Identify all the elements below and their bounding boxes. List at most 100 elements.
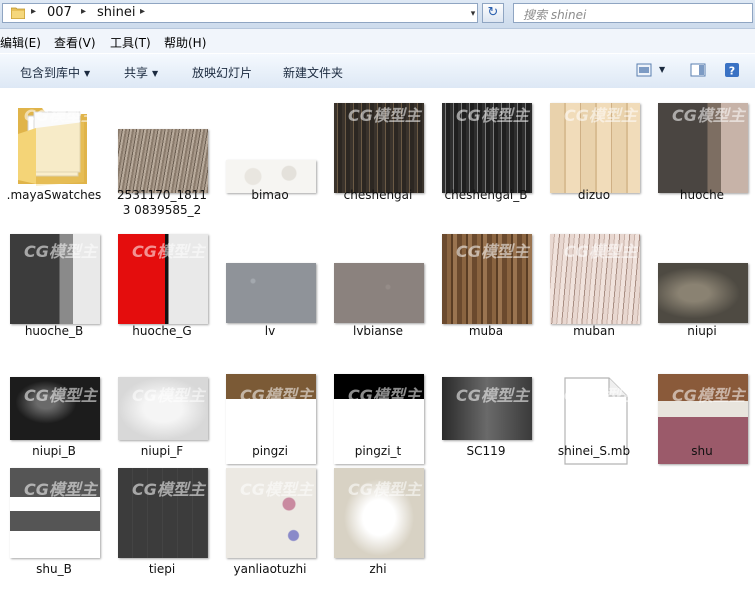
file-name: pingzi_t (354, 444, 402, 458)
file-item[interactable]: CG模型主 niupi (648, 228, 755, 346)
svg-text:?: ? (729, 65, 735, 78)
file-name: dizuo (577, 188, 611, 202)
breadcrumb-item-007[interactable]: 007 (47, 5, 72, 20)
file-name: 2531170_18113 0839585_2 (117, 188, 207, 217)
image-thumbnail (550, 103, 640, 193)
file-name: .mayaSwatches (6, 188, 102, 202)
search-placeholder: 搜索 shinei (523, 8, 587, 22)
file-name: tiepi (148, 562, 176, 576)
chevron-down-icon: ▼ (152, 69, 159, 78)
menu-edit[interactable]: 编辑(E) (0, 34, 41, 51)
file-item[interactable]: CG模型主 yanliaotuzhi (216, 466, 324, 584)
image-thumbnail (118, 129, 208, 193)
file-item[interactable]: CG模型主 shinei_S.mb (540, 372, 648, 490)
image-thumbnail (10, 377, 100, 440)
watermark-logo: CG模型主 (240, 106, 313, 125)
breadcrumb[interactable]: ▸ 007 ▸ shinei ▸ ▾ (2, 3, 478, 23)
menu-view[interactable]: 查看(V) (54, 34, 96, 51)
image-thumbnail (334, 263, 424, 323)
file-name: niupi_F (140, 444, 184, 458)
breadcrumb-separator[interactable]: ▸ (31, 6, 36, 17)
watermark-logo: CG模型主 (240, 242, 313, 261)
file-item[interactable]: CG模型主 muban (540, 228, 648, 346)
file-name: cheshengai (343, 188, 413, 202)
file-item[interactable]: CG模型主 bimao (216, 92, 324, 210)
file-name: shu_B (36, 562, 72, 576)
image-thumbnail (442, 103, 532, 193)
file-name: shu (691, 444, 713, 458)
file-item[interactable]: CG模型主 lvbianse (324, 228, 432, 346)
file-item[interactable]: CG模型主 huoche (648, 92, 755, 210)
command-bar: 包含到库中 ▼ 共享 ▼ 放映幻灯片 新建文件夹 ▼ ? (0, 53, 755, 89)
file-name: niupi (687, 324, 717, 338)
file-item[interactable]: CG模型主 cheshengai_B (432, 92, 540, 210)
file-name: yanliaotuzhi (233, 562, 307, 576)
image-thumbnail (442, 377, 532, 440)
image-thumbnail (118, 377, 208, 440)
file-item[interactable]: CG模型主 .mayaSwatches (0, 92, 108, 210)
new-folder-button[interactable]: 新建文件夹 (283, 64, 343, 81)
file-item[interactable]: CG模型主 shu (648, 372, 755, 490)
file-item[interactable]: CG模型主 lv (216, 228, 324, 346)
address-bar: ▸ 007 ▸ shinei ▸ ▾ ↻ 搜索 shinei (0, 0, 755, 29)
image-thumbnail (658, 263, 748, 323)
image-thumbnail (10, 468, 100, 558)
file-name: SC119 (466, 444, 506, 458)
file-name: huoche (679, 188, 725, 202)
file-item[interactable]: CG模型主 dizuo (540, 92, 648, 210)
folder-icon (11, 7, 25, 19)
image-thumbnail (442, 234, 532, 324)
watermark-logo: CG模型主 (132, 106, 205, 125)
image-thumbnail (334, 103, 424, 193)
breadcrumb-separator[interactable]: ▸ (140, 6, 145, 17)
chevron-down-icon[interactable]: ▼ (659, 65, 665, 74)
file-name: huoche_G (132, 324, 192, 338)
file-item[interactable]: CG模型主 huoche_G (108, 228, 216, 346)
image-thumbnail (658, 103, 748, 193)
file-name: huoche_B (24, 324, 84, 338)
help-icon[interactable]: ? (724, 62, 740, 78)
share-button[interactable]: 共享 ▼ (124, 64, 158, 81)
chevron-down-icon[interactable]: ▾ (467, 7, 479, 21)
share-label: 共享 (124, 66, 149, 80)
file-name: lvbianse (353, 324, 403, 338)
view-options-icon[interactable] (636, 62, 652, 78)
file-list: CG模型主 .mayaSwatches CG模型主 2531170_18113 083… (0, 88, 755, 595)
image-thumbnail (226, 263, 316, 323)
file-item[interactable]: CG模型主 zhi (324, 466, 432, 584)
file-item[interactable]: CG模型主 SC119 (432, 372, 540, 490)
file-item[interactable]: CG模型主 2531170_18113 0839585_2 (108, 92, 216, 217)
file-name: niupi_B (32, 444, 76, 458)
preview-pane-icon[interactable] (690, 62, 706, 78)
folder-icon (18, 108, 87, 186)
image-thumbnail (10, 234, 100, 324)
breadcrumb-separator[interactable]: ▸ (81, 6, 86, 17)
slideshow-button[interactable]: 放映幻灯片 (192, 64, 252, 81)
image-thumbnail (226, 468, 316, 558)
refresh-button[interactable]: ↻ (482, 3, 504, 23)
include-in-library-button[interactable]: 包含到库中 ▼ (20, 64, 90, 81)
image-thumbnail (334, 468, 424, 558)
file-name: bimao (251, 188, 289, 202)
include-in-library-label: 包含到库中 (20, 66, 81, 80)
refresh-icon: ↻ (487, 5, 499, 20)
menu-tools[interactable]: 工具(T) (110, 34, 151, 51)
file-item[interactable]: CG模型主 tiepi (108, 466, 216, 584)
image-thumbnail (118, 234, 208, 324)
chevron-down-icon: ▼ (84, 69, 91, 78)
file-name: lv (264, 324, 276, 338)
file-item[interactable]: CG模型主 cheshengai (324, 92, 432, 210)
file-item[interactable]: CG模型主 shu_B (0, 466, 108, 584)
file-item[interactable]: CG模型主 huoche_B (0, 228, 108, 346)
file-name: zhi (369, 562, 387, 576)
file-name: muban (573, 324, 615, 338)
file-name: cheshengai_B (444, 188, 528, 202)
menu-help[interactable]: 帮助(H) (164, 34, 206, 51)
watermark-logo: CG模型主 (348, 242, 421, 261)
file-item[interactable]: CG模型主 muba (432, 228, 540, 346)
menu-bar: 编辑(E) 查看(V) 工具(T) 帮助(H) (0, 29, 755, 53)
file-name: pingzi (252, 444, 288, 458)
search-input[interactable]: 搜索 shinei (513, 3, 753, 23)
file-name: muba (468, 324, 504, 338)
breadcrumb-item-shinei[interactable]: shinei (97, 5, 135, 20)
